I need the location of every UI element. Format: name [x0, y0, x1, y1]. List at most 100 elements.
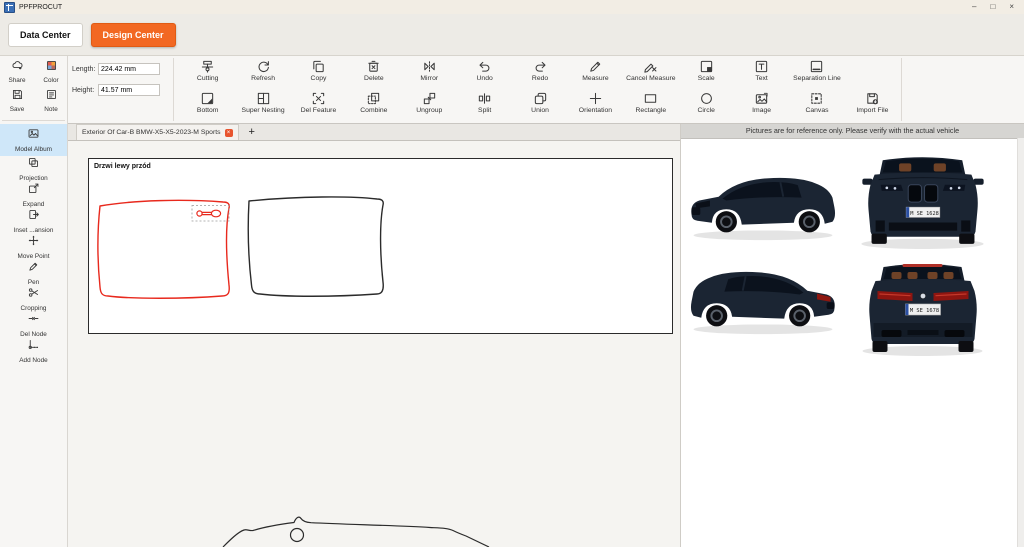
sidebar-item-expand[interactable]: Expand: [0, 182, 67, 208]
car-image-front-three-quarter: [684, 161, 842, 243]
tool-scale[interactable]: Scale: [679, 59, 734, 89]
tool-super-nesting[interactable]: Super Nesting: [235, 91, 290, 121]
titlebar: PPFPROCUT – □ ×: [0, 0, 1024, 14]
rear-license-plate: M SE 1678: [910, 308, 939, 314]
sidebar-item-del-node[interactable]: Del Node: [0, 312, 67, 338]
del-feature-icon: [311, 91, 326, 106]
sidebar-label: Save: [10, 106, 25, 113]
sidebar-item-label: Projection: [19, 175, 47, 182]
tool-label: Import File: [856, 107, 888, 114]
reference-images: M SE 1628: [681, 139, 1024, 547]
sidebar-label: Share: [8, 77, 25, 84]
tool-mirror[interactable]: Mirror: [402, 59, 457, 89]
sidebar-item-projection[interactable]: Projection: [0, 156, 67, 182]
maximize-button[interactable]: □: [990, 0, 995, 14]
scale-icon: [699, 59, 714, 74]
tool-label: Redo: [532, 75, 548, 82]
tool-label: Refresh: [251, 75, 275, 82]
sidebar-item-model-album[interactable]: Model Album: [0, 124, 67, 156]
tool-label: Split: [478, 107, 491, 114]
inset-expansion-icon: [27, 208, 40, 226]
import-file-icon: [865, 91, 880, 106]
expand-icon: [27, 182, 40, 200]
tool-combine[interactable]: Combine: [346, 91, 401, 121]
tool-label: Mirror: [420, 75, 438, 82]
sidebar-item-label: Cropping: [21, 305, 47, 312]
redo-icon: [533, 59, 548, 74]
design-canvas[interactable]: Drzwi lewy przód: [68, 141, 680, 547]
tool-orientation[interactable]: Orientation: [568, 91, 623, 121]
add-tab-button[interactable]: +: [249, 125, 255, 140]
tab-close-icon[interactable]: ×: [225, 129, 233, 137]
sidebar-save[interactable]: Save: [0, 88, 34, 117]
tool-label: Scale: [698, 75, 715, 82]
tool-separation-line[interactable]: Separation Line: [789, 59, 844, 89]
sidebar-item-label: Del Node: [20, 331, 47, 338]
ungroup-icon: [422, 91, 437, 106]
sidebar-note[interactable]: Note: [34, 88, 68, 117]
tool-circle[interactable]: Circle: [679, 91, 734, 121]
canvas-icon: [809, 91, 824, 106]
tool-label: Text: [755, 75, 767, 82]
sidebar-item-label: Pen: [28, 279, 39, 286]
window-controls: – □ ×: [972, 0, 1024, 14]
partial-panel-shape[interactable]: [68, 501, 680, 547]
sidebar-color[interactable]: Color: [34, 59, 68, 88]
sidebar-share[interactable]: Share: [0, 59, 34, 88]
tool-split[interactable]: Split: [457, 91, 512, 121]
delete-icon: [366, 59, 381, 74]
tool-label: Bottom: [197, 107, 219, 114]
tool-cutting[interactable]: Cutting: [180, 59, 235, 89]
height-input[interactable]: [98, 84, 160, 96]
document-tab-active[interactable]: Exterior Of Car-B BMW-X5-X5-2023-M Sport…: [76, 124, 239, 140]
tab-design-center[interactable]: Design Center: [91, 23, 176, 47]
tool-copy[interactable]: Copy: [291, 59, 346, 89]
sidebar-item-inset-ansion[interactable]: Inset ...ansion: [0, 208, 67, 234]
split-icon: [477, 91, 492, 106]
toolbar-row-1: Cutting Refresh CopyDelete Mirror Undo Redo Me…: [180, 59, 845, 89]
tool-del-feature[interactable]: Del Feature: [291, 91, 346, 121]
share-icon: [11, 59, 24, 77]
sidebar-top-grid: Share Color Save Note: [0, 56, 67, 117]
minimize-button[interactable]: –: [972, 0, 976, 14]
tool-measure[interactable]: Measure: [568, 59, 623, 89]
sidebar-item-add-node[interactable]: Add Node: [0, 338, 67, 364]
sidebar-item-label: Add Node: [19, 357, 47, 364]
sidebar-item-pen[interactable]: Pen: [0, 260, 67, 286]
tool-undo[interactable]: Undo: [457, 59, 512, 89]
tool-import-file[interactable]: Import File: [845, 91, 900, 121]
add-node-icon: [27, 338, 40, 356]
tool-label: Cancel Measure: [626, 75, 676, 82]
toolbar-divider: [173, 58, 174, 121]
tool-text[interactable]: Text: [734, 59, 789, 89]
tool-delete[interactable]: Delete: [346, 59, 401, 89]
refresh-icon: [256, 59, 271, 74]
tool-image[interactable]: Image: [734, 91, 789, 121]
tool-ungroup[interactable]: Ungroup: [402, 91, 457, 121]
tool-rectangle[interactable]: Rectangle: [623, 91, 678, 121]
tool-label: Undo: [477, 75, 493, 82]
model-album-icon: [27, 127, 40, 145]
drawing-panel: Drzwi lewy przód: [88, 158, 673, 334]
toolbar: Length: Height: CuttingRefreshCopyDelete…: [68, 56, 1024, 124]
sidebar-item-label: Inset ...ansion: [14, 227, 54, 234]
sidebar-item-cropping[interactable]: Cropping: [0, 286, 67, 312]
tool-label: Combine: [360, 107, 387, 114]
length-input[interactable]: [98, 63, 160, 75]
door-handle-selection[interactable]: [192, 206, 229, 222]
tool-bottom[interactable]: Bottom: [180, 91, 235, 121]
sidebar-item-move-point[interactable]: Move Point: [0, 234, 67, 260]
move-point-icon: [27, 234, 40, 252]
cutting-icon: [200, 59, 215, 74]
toolbar-row-2: Bottom Super NestingDel Feature Combine Ung…: [180, 91, 900, 121]
door-shape-black[interactable]: [248, 197, 383, 296]
close-button[interactable]: ×: [1009, 0, 1014, 14]
tool-cancel-measure[interactable]: Cancel Measure: [623, 59, 678, 89]
tool-redo[interactable]: Redo: [512, 59, 567, 89]
tab-data-center[interactable]: Data Center: [8, 23, 83, 47]
tool-union[interactable]: Union: [512, 91, 567, 121]
tool-label: Union: [531, 107, 549, 114]
scrollbar[interactable]: [1017, 138, 1024, 547]
tool-canvas[interactable]: Canvas: [789, 91, 844, 121]
tool-refresh[interactable]: Refresh: [235, 59, 290, 89]
